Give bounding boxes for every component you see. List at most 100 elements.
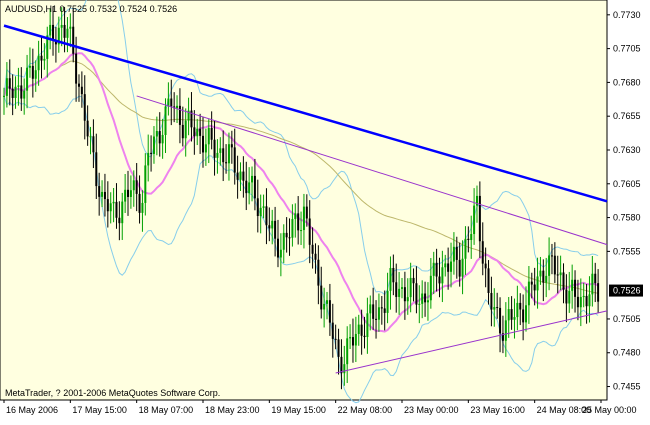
candle-body: [193, 127, 196, 137]
price-tick-label: 0.7580: [613, 213, 641, 223]
candle-body: [141, 202, 144, 213]
candle-body: [83, 94, 86, 121]
price-tick-label: 0.7655: [613, 111, 641, 121]
candle-body: [406, 297, 409, 302]
candle-body: [326, 300, 329, 304]
candle-body: [72, 26, 75, 54]
candle-body: [150, 152, 153, 154]
candle-body: [585, 295, 588, 307]
candle-body: [77, 83, 80, 87]
candle-body: [314, 253, 317, 260]
candle-body: [276, 238, 279, 258]
candle-body: [351, 337, 354, 346]
candle-body: [516, 302, 519, 318]
chart-header: AUDUSD,H1 0.7525 0.7532 0.7524 0.7526: [5, 4, 177, 14]
candle-body: [291, 219, 294, 238]
candle-body: [127, 189, 130, 197]
candle-body: [233, 147, 236, 173]
time-tick-label: 25 May 00:00: [582, 405, 637, 415]
candle-body: [196, 128, 199, 137]
candle-body: [219, 148, 222, 153]
candle-body: [484, 263, 487, 269]
candle-body: [553, 255, 556, 275]
candle-body: [268, 225, 271, 229]
candle-body: [297, 213, 300, 231]
candle-body: [473, 205, 476, 235]
price-tick-label: 0.7730: [613, 10, 641, 20]
candle-body: [519, 302, 522, 310]
candle-body: [256, 198, 259, 217]
candle-body: [513, 317, 516, 320]
candle-body: [550, 255, 553, 257]
candle-body: [412, 277, 415, 284]
candle-body: [170, 98, 173, 107]
candle-body: [320, 285, 323, 310]
candle-body: [147, 152, 150, 166]
candle-body: [112, 201, 115, 204]
price-tick-label: 0.7605: [613, 179, 641, 189]
candle-body: [522, 309, 525, 323]
candle-body: [245, 180, 248, 194]
candle-body: [591, 273, 594, 295]
candle-body: [568, 290, 571, 304]
candle-body: [204, 144, 207, 153]
candle-body: [323, 303, 326, 310]
candle-body: [118, 217, 121, 224]
candle-body: [478, 195, 481, 242]
candle-body: [481, 241, 484, 264]
candle-body: [380, 307, 383, 309]
candle-body: [132, 180, 135, 191]
candle-body: [409, 277, 412, 298]
candle-body: [230, 144, 233, 148]
candle-body: [493, 307, 496, 310]
candle-body: [395, 282, 398, 297]
candle-body: [582, 295, 585, 298]
candle-body: [285, 232, 288, 238]
candle-body: [207, 127, 210, 145]
candle-body: [403, 287, 406, 302]
candle-body: [227, 144, 230, 164]
candle-body: [576, 296, 579, 308]
copyright-text: MetaTrader, ? 2001-2006 MetaQuotes Softw…: [5, 388, 220, 398]
candle-body: [28, 65, 31, 68]
candle-body: [429, 275, 432, 301]
candle-body: [490, 292, 493, 310]
candle-body: [354, 333, 357, 346]
candle-body: [331, 322, 334, 339]
candle-body: [571, 279, 574, 291]
candle-body: [496, 307, 499, 309]
candle-body: [52, 24, 55, 41]
candle-body: [14, 86, 17, 98]
candle-body: [441, 267, 444, 284]
candle-body: [288, 237, 291, 239]
candle-body: [530, 281, 533, 285]
candle-body: [11, 88, 14, 98]
candle-body: [101, 191, 104, 197]
candle-body: [135, 180, 138, 194]
candle-body: [305, 206, 308, 219]
candle-body: [458, 259, 461, 277]
candle-body: [343, 364, 346, 374]
candle-body: [421, 293, 424, 304]
candle-body: [542, 270, 545, 283]
time-tick-label: 18 May 23:00: [205, 405, 260, 415]
candle-body: [438, 276, 441, 284]
candle-body: [363, 335, 366, 338]
candle-body: [357, 324, 360, 334]
candle-body: [31, 65, 34, 79]
candle-body: [525, 305, 528, 323]
candle-body: [75, 53, 78, 84]
candle-body: [225, 162, 228, 164]
candle-body: [392, 268, 395, 283]
time-tick-label: 16 May 2006: [6, 405, 58, 415]
candle-body: [294, 213, 297, 220]
price-axis: 0.7730 0.7705 0.7680 0.7655 0.7630 0.7605 0.75…: [607, 10, 641, 392]
candle-body: [106, 199, 109, 212]
candle-body: [450, 261, 453, 272]
candle-body: [66, 28, 69, 38]
candle-body: [444, 263, 447, 268]
time-tick-label: 19 May 15:00: [271, 405, 326, 415]
candle-body: [455, 246, 458, 260]
price-chart[interactable]: 0.7730 0.7705 0.7680 0.7655 0.7630 0.7605 0.75…: [0, 0, 650, 420]
candle-body: [418, 303, 421, 305]
